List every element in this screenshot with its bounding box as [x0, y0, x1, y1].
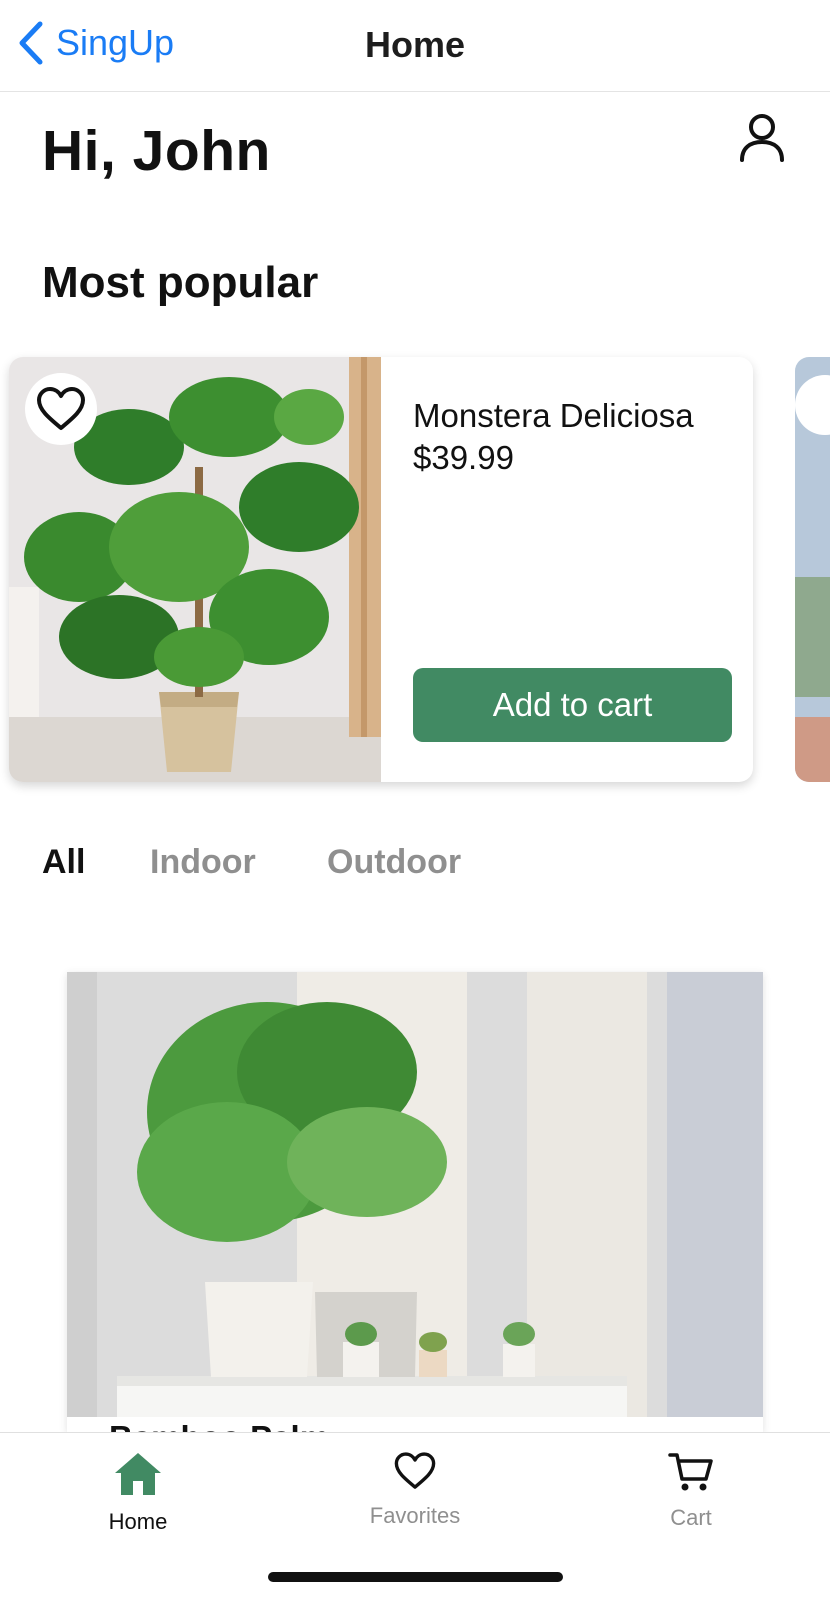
- tab-outdoor[interactable]: Outdoor: [327, 843, 461, 882]
- cart-icon: [668, 1453, 713, 1491]
- product-price: $39.99: [413, 439, 514, 476]
- product-name: Monstera Deliciosa: [413, 397, 694, 434]
- plant-image: [795, 357, 830, 782]
- add-to-cart-button[interactable]: Add to cart: [413, 668, 732, 742]
- home-indicator: [268, 1572, 563, 1582]
- product-name: Bamboo Palm: [109, 1419, 329, 1432]
- user-icon: [740, 114, 784, 162]
- section-title: Most popular: [42, 258, 319, 307]
- tabbar-item-home[interactable]: Home: [38, 1451, 238, 1535]
- heart-icon: [37, 387, 85, 430]
- home-icon: [115, 1453, 161, 1495]
- greeting-heading: Hi, John: [42, 119, 271, 183]
- plant-image: [67, 972, 763, 1417]
- popular-card-next[interactable]: [795, 357, 830, 782]
- tabbar-label: Cart: [670, 1505, 712, 1530]
- heart-icon: [394, 1452, 436, 1489]
- product-card[interactable]: Bamboo Palm: [67, 972, 763, 1432]
- nav-title: Home: [364, 24, 466, 65]
- favorite-button[interactable]: [25, 373, 97, 445]
- tab-all[interactable]: All: [42, 843, 85, 882]
- tabbar-label: Home: [108, 1509, 168, 1534]
- profile-button[interactable]: [738, 112, 786, 164]
- popular-card[interactable]: Monstera Deliciosa $39.99 Add to cart: [9, 357, 753, 782]
- tabbar-item-cart[interactable]: Cart: [591, 1451, 791, 1531]
- tabbar-item-favorites[interactable]: Favorites: [315, 1451, 515, 1529]
- tabbar-label: Favorites: [369, 1503, 461, 1528]
- tab-indoor[interactable]: Indoor: [150, 843, 256, 882]
- navigation-bar: SingUp Home: [0, 0, 830, 92]
